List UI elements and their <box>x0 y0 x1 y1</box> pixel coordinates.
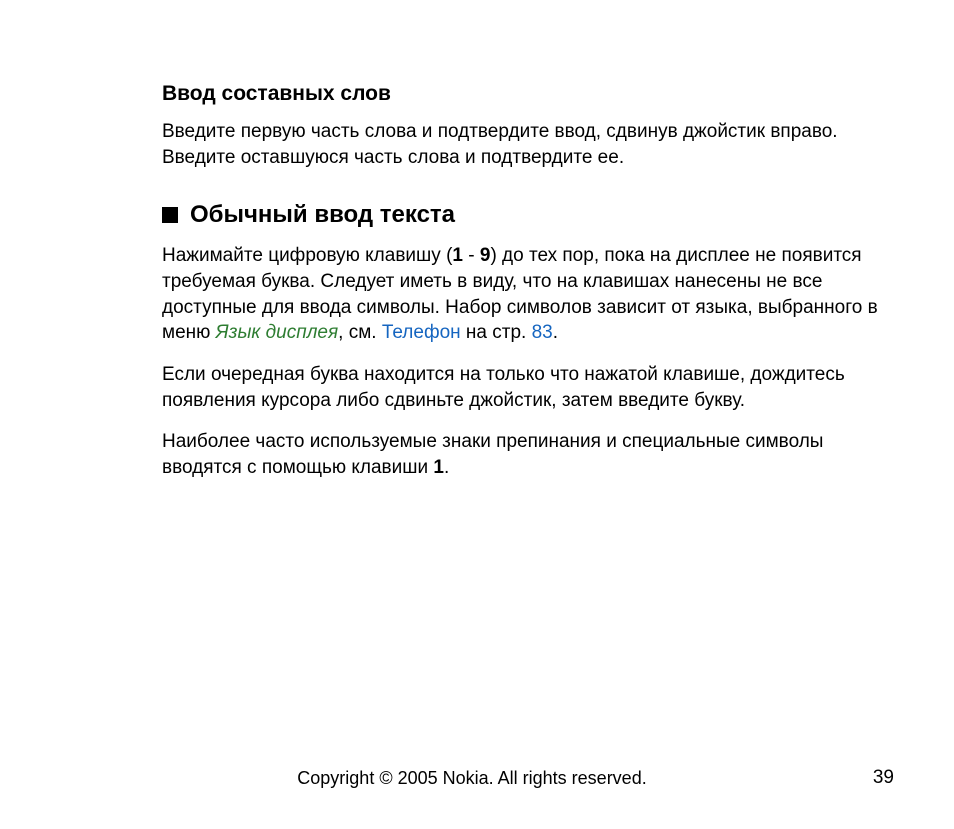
paragraph-compound-words: Введите первую часть слова и подтвердите… <box>162 119 894 170</box>
key-1-punct: 1 <box>433 457 444 478</box>
document-page: Ввод составных слов Введите первую часть… <box>0 0 954 829</box>
link-telephone[interactable]: Телефон <box>382 322 461 343</box>
text-fragment: - <box>463 245 480 266</box>
page-footer: Copyright © 2005 Nokia. All rights reser… <box>0 768 954 789</box>
key-1: 1 <box>452 245 463 266</box>
text-fragment: на стр. <box>461 322 532 343</box>
text-fragment: Наиболее часто используемые знаки препин… <box>162 431 823 478</box>
paragraph-same-key: Если очередная буква находится на только… <box>162 362 894 413</box>
paragraph-punctuation: Наиболее часто используемые знаки препин… <box>162 429 894 480</box>
heading-compound-words: Ввод составных слов <box>162 80 894 107</box>
section-title-row: Обычный ввод текста <box>162 201 894 230</box>
key-9: 9 <box>480 245 491 266</box>
text-fragment: . <box>553 322 558 343</box>
text-fragment: Нажимайте цифровую клавишу ( <box>162 245 452 266</box>
menu-name-display-language: Язык дисплея <box>216 322 338 343</box>
paragraph-key-range: Нажимайте цифровую клавишу (1 - 9) до те… <box>162 243 894 346</box>
link-page-83[interactable]: 83 <box>532 322 553 343</box>
square-bullet-icon <box>162 207 178 223</box>
page-number: 39 <box>873 767 894 789</box>
heading-standard-input: Обычный ввод текста <box>190 201 455 230</box>
text-fragment: , см. <box>338 322 382 343</box>
text-fragment: . <box>444 457 449 478</box>
copyright-text: Copyright © 2005 Nokia. All rights reser… <box>162 768 782 789</box>
